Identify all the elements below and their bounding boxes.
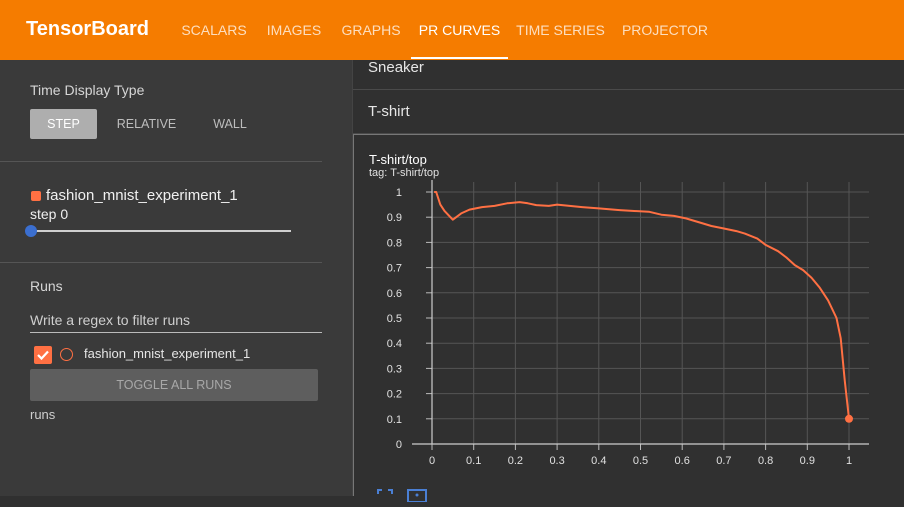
y-tick-label: 0.2	[387, 389, 402, 401]
y-tick-label: 0.5	[387, 313, 402, 325]
x-tick-label: 1	[846, 455, 852, 467]
app-title[interactable]: TensorBoard	[26, 18, 149, 41]
run-filter-input[interactable]	[30, 308, 322, 333]
step-label: step 0	[30, 206, 69, 222]
tab-time-series[interactable]: TIME SERIES	[508, 0, 613, 60]
y-tick-label: 0.3	[387, 363, 402, 375]
run-checkbox[interactable]	[34, 346, 52, 364]
check-icon	[37, 350, 49, 361]
tab-scalars[interactable]: SCALARS	[171, 0, 257, 60]
y-tick-label: 0	[396, 439, 402, 451]
x-tick-label: 0.3	[549, 455, 564, 467]
tab-images[interactable]: IMAGES	[257, 0, 331, 60]
y-tick-label: 0.7	[387, 263, 402, 275]
time-option-wall[interactable]: WALL	[196, 109, 264, 139]
step-slider-handle[interactable]	[25, 225, 37, 237]
run-color-swatch	[31, 191, 41, 201]
section-title: T-shirt	[368, 103, 410, 120]
run-name: fashion_mnist_experiment_1	[46, 187, 238, 204]
tab-graphs[interactable]: GRAPHS	[331, 0, 411, 60]
y-tick-label: 1	[396, 187, 402, 199]
fit-domain-icon[interactable]	[376, 488, 394, 502]
tab-projector[interactable]: PROJECTOR	[613, 0, 717, 60]
time-display-label: Time Display Type	[30, 82, 145, 98]
run-color-radio[interactable]	[60, 348, 73, 361]
pr-curve-chart[interactable]: 0 0.1 0.2 0.3 0.4 0.5 0.6 0.7 0.8 0.9 1 0 0.1 0.2 0.3 0…	[354, 135, 904, 497]
runs-heading: Runs	[30, 278, 63, 294]
run-item-label: fashion_mnist_experiment_1	[84, 346, 251, 361]
top-app-bar: TensorBoard SCALARS IMAGES GRAPHS PR CUR…	[0, 0, 904, 60]
time-option-step[interactable]: STEP	[30, 109, 97, 139]
main-panel: Sneaker T-shirt T-shirt/top tag: T-shirt…	[352, 60, 904, 503]
toggle-all-runs-button[interactable]: TOGGLE ALL RUNS	[30, 369, 318, 401]
y-tick-label: 0.8	[387, 237, 402, 249]
x-tick-label: 0.2	[508, 455, 523, 467]
pr-curve-line	[434, 191, 850, 419]
y-tick-label: 0.1	[387, 414, 402, 426]
tab-pr-curves[interactable]: PR CURVES	[411, 0, 508, 59]
y-tick-label: 0.4	[387, 338, 402, 350]
x-tick-label: 0.8	[758, 455, 773, 467]
section-tshirt[interactable]: T-shirt	[353, 90, 904, 134]
time-option-relative[interactable]: RELATIVE	[104, 109, 189, 139]
x-tick-label: 0.7	[716, 455, 731, 467]
x-tick-label: 0.6	[675, 455, 690, 467]
zoom-select-icon[interactable]	[406, 488, 427, 503]
x-tick-label: 0.4	[591, 455, 606, 467]
runs-footer: runs	[30, 407, 56, 422]
pr-curve-card: T-shirt/top tag: T-shirt/top 0 0.1 0.2 0.3 0…	[353, 134, 904, 503]
step-slider-track[interactable]	[31, 230, 291, 232]
section-sneaker[interactable]: Sneaker	[353, 60, 904, 90]
sidebar-divider	[0, 161, 322, 162]
sidebar-divider	[0, 262, 322, 263]
y-tick-label: 0.9	[387, 212, 402, 224]
pr-curve-endpoint	[845, 414, 853, 423]
x-tick-label: 0.9	[800, 455, 815, 467]
x-tick-label: 0.1	[466, 455, 481, 467]
sidebar: Time Display Type STEP RELATIVE WALL fas…	[0, 60, 352, 496]
x-tick-label: 0	[429, 455, 435, 467]
section-title: Sneaker	[368, 59, 424, 76]
y-tick-label: 0.6	[387, 288, 402, 300]
x-tick-label: 0.5	[633, 455, 648, 467]
